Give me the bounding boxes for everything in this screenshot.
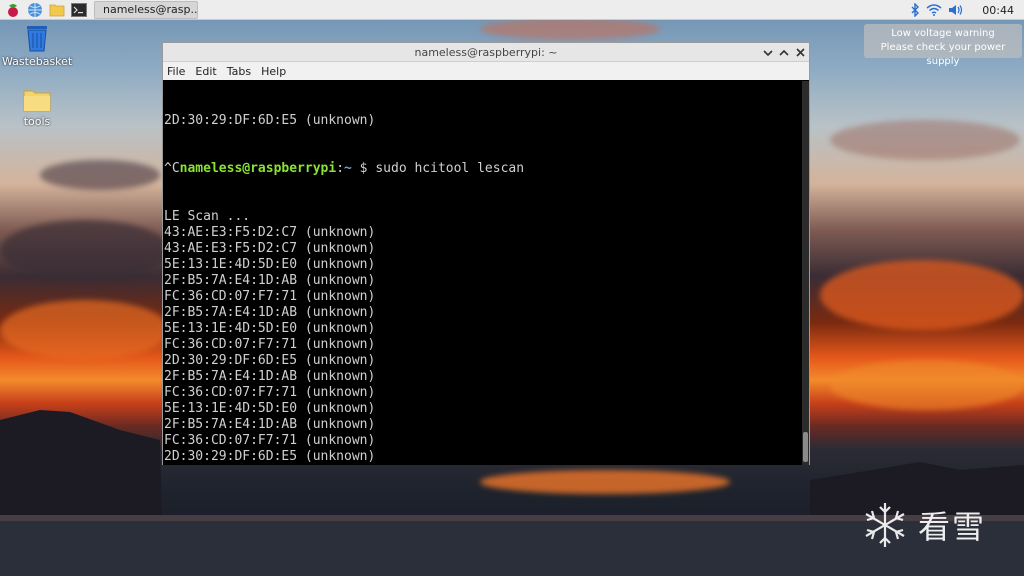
terminal-line: 2D:30:29:DF:6D:E5 (unknown)	[164, 449, 376, 464]
notification-title: Low voltage warning	[891, 28, 995, 39]
terminal-line: 2D:30:29:DF:6D:E5 (unknown)	[164, 113, 376, 128]
chevron-up-icon	[779, 49, 789, 56]
clock[interactable]: 00:44	[982, 4, 1014, 17]
terminal-line: 2D:30:29:DF:6D:E5 (unknown)	[164, 353, 376, 368]
menu-tabs[interactable]: Tabs	[227, 65, 251, 78]
menu-file[interactable]: File	[167, 65, 185, 78]
terminal-output[interactable]: 2D:30:29:DF:6D:E5 (unknown) ^Cnameless@r…	[163, 81, 803, 465]
menu-edit[interactable]: Edit	[195, 65, 216, 78]
prompt-user: nameless@raspberrypi	[179, 161, 337, 176]
scrollbar-thumb[interactable]	[803, 432, 808, 462]
prompt-prefix: ^C	[164, 161, 180, 176]
terminal-line: 5E:13:1E:4D:5D:E0 (unknown)	[164, 401, 376, 416]
terminal-line: FC:36:CD:07:F7:71 (unknown)	[164, 433, 376, 448]
prompt-path: ~	[344, 161, 352, 176]
menu-help[interactable]: Help	[261, 65, 286, 78]
low-voltage-notification[interactable]: Low voltage warning Please check your po…	[864, 24, 1022, 67]
maximize-button[interactable]	[779, 48, 789, 58]
desktop-icon-label: tools	[23, 115, 51, 128]
prompt-line: ^Cnameless@raspberrypi:~ $ sudo hcitool …	[164, 161, 803, 177]
terminal-line: 2F:B5:7A:E4:1D:AB (unknown)	[164, 273, 376, 288]
bluetooth-icon[interactable]	[910, 3, 920, 17]
taskbar-terminal-task[interactable]: nameless@rasp...	[94, 0, 198, 19]
terminal-scrollbar[interactable]	[802, 81, 809, 465]
desktop-icon-label: Wastebasket	[2, 55, 73, 68]
volume-icon[interactable]	[948, 4, 964, 16]
notification-message: Please check your power supply	[880, 42, 1006, 67]
taskbar-task-label: nameless@rasp...	[103, 3, 198, 16]
close-icon	[795, 48, 805, 57]
chevron-down-icon	[763, 49, 773, 56]
terminal-line: 5E:13:1E:4D:5D:E0 (unknown)	[164, 321, 376, 336]
minimize-button[interactable]	[763, 48, 773, 58]
terminal-line: 43:AE:E3:F5:D2:C7 (unknown)	[164, 225, 376, 240]
wastebasket-icon	[24, 24, 50, 52]
terminal-launcher-icon[interactable]	[70, 1, 88, 19]
terminal-window[interactable]: nameless@raspberrypi: ~ File Edit Tabs H…	[162, 42, 810, 465]
terminal-line: FC:36:CD:07:F7:71 (unknown)	[164, 385, 376, 400]
top-panel: nameless@rasp... 00:44	[0, 0, 1024, 20]
raspberry-menu-icon[interactable]	[4, 1, 22, 19]
terminal-line: LE Scan ...	[164, 209, 251, 224]
prompt-dollar: $	[351, 161, 376, 176]
window-title: nameless@raspberrypi: ~	[414, 46, 558, 59]
command-text: sudo hcitool lescan	[375, 161, 525, 176]
terminal-line: 43:AE:E3:F5:D2:C7 (unknown)	[164, 241, 376, 256]
file-manager-icon[interactable]	[48, 1, 66, 19]
desktop-icon-wastebasket[interactable]: Wastebasket	[2, 24, 72, 68]
terminal-menubar: File Edit Tabs Help	[163, 62, 809, 80]
terminal-line: FC:36:CD:07:F7:71 (unknown)	[164, 337, 376, 352]
desktop-icon-tools[interactable]: tools	[2, 88, 72, 128]
terminal-line: 2F:B5:7A:E4:1D:AB (unknown)	[164, 417, 376, 432]
scan-output: LE Scan ... 43:AE:E3:F5:D2:C7 (unknown) 43…	[164, 209, 803, 465]
terminal-line: 2F:B5:7A:E4:1D:AB (unknown)	[164, 305, 376, 320]
folder-icon	[23, 88, 51, 112]
snowflake-icon	[865, 503, 905, 547]
close-button[interactable]	[795, 48, 805, 58]
terminal-line: 5E:13:1E:4D:5D:E0 (unknown)	[164, 257, 376, 272]
watermark-text: 看雪	[918, 508, 987, 546]
system-tray: 00:44	[910, 0, 1024, 20]
prompt-separator: :	[336, 161, 345, 176]
terminal-line: FC:36:CD:07:F7:71 (unknown)	[164, 289, 376, 304]
watermark: 看雪	[860, 500, 986, 550]
web-browser-icon[interactable]	[26, 1, 44, 19]
terminal-line: 2F:B5:7A:E4:1D:AB (unknown)	[164, 369, 376, 384]
wifi-icon[interactable]	[926, 4, 942, 16]
window-titlebar[interactable]: nameless@raspberrypi: ~	[163, 43, 809, 62]
